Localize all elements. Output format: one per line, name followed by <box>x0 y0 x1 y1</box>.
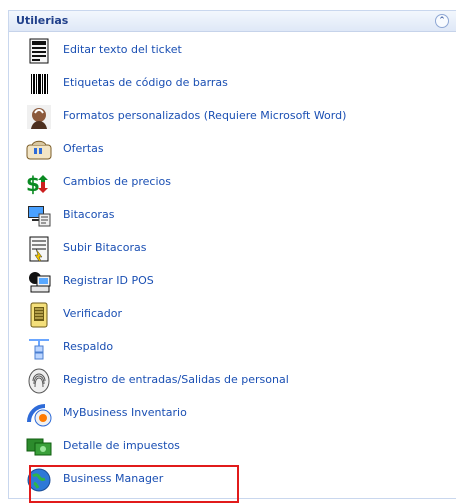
item-label: Editar texto del ticket <box>63 43 182 56</box>
item-label: Registro de entradas/Salidas de personal <box>63 373 289 386</box>
backup-icon <box>29 339 49 360</box>
list-item-mybusiness-inventario[interactable]: MyBusiness Inventario <box>25 400 455 431</box>
list-item-registro-entradas-salidas[interactable]: Registro de entradas/Salidas de personal <box>25 367 455 398</box>
upload-logs-icon <box>29 236 49 262</box>
item-label: Verificador <box>63 307 122 320</box>
ticket-icon <box>29 38 49 64</box>
item-label: Subir Bitacoras <box>63 241 147 254</box>
item-label: Etiquetas de código de barras <box>63 76 228 89</box>
barcode-icon <box>31 74 48 94</box>
item-label: Cambios de precios <box>63 175 171 188</box>
list-item-registrar-id-pos[interactable]: Registrar ID POS <box>25 268 455 299</box>
list-item-cambios-precios[interactable]: $ Cambios de precios <box>25 169 455 200</box>
tax-detail-icon <box>26 438 52 456</box>
item-label: Respaldo <box>63 340 114 353</box>
highlight-box <box>29 465 239 503</box>
list-item-etiquetas-codigo-barras[interactable]: Etiquetas de código de barras <box>25 70 455 101</box>
svg-text:$: $ <box>26 172 40 196</box>
list-item-detalle-impuestos[interactable]: Detalle de impuestos <box>25 433 455 464</box>
utilerias-panel: Utilerias ⌃ Editar texto del ticket Etiq… <box>8 10 456 503</box>
offers-icon <box>26 140 52 160</box>
item-label: Formatos personalizados (Requiere Micros… <box>63 109 347 122</box>
item-label: MyBusiness Inventario <box>63 406 187 419</box>
item-label: Bitacoras <box>63 208 115 221</box>
list-item-verificador[interactable]: Verificador <box>25 301 455 332</box>
fingerprint-icon <box>28 368 50 394</box>
inventory-icon <box>27 404 52 427</box>
list-item-subir-bitacoras[interactable]: Subir Bitacoras <box>25 235 455 266</box>
item-label: Detalle de impuestos <box>63 439 180 452</box>
list-item-formatos-personalizados[interactable]: Formatos personalizados (Requiere Micros… <box>25 103 455 134</box>
logbook-computer-icon <box>28 206 51 227</box>
panel-header[interactable]: Utilerias ⌃ <box>9 11 456 32</box>
item-label: Registrar ID POS <box>63 274 154 287</box>
panel-title: Utilerias <box>16 14 69 27</box>
list-item-respaldo[interactable]: Respaldo <box>25 334 455 365</box>
checker-device-icon <box>30 302 48 328</box>
list-item-ofertas[interactable]: Ofertas <box>25 136 455 167</box>
person-photo-icon <box>27 105 51 129</box>
price-change-icon: $ <box>26 172 48 196</box>
double-chevron-up-icon[interactable]: ⌃ <box>435 14 449 28</box>
list-item-editar-texto-ticket[interactable]: Editar texto del ticket <box>25 37 455 68</box>
register-pos-icon <box>29 272 51 293</box>
item-label: Ofertas <box>63 142 104 155</box>
list-item-bitacoras[interactable]: Bitacoras <box>25 202 455 233</box>
